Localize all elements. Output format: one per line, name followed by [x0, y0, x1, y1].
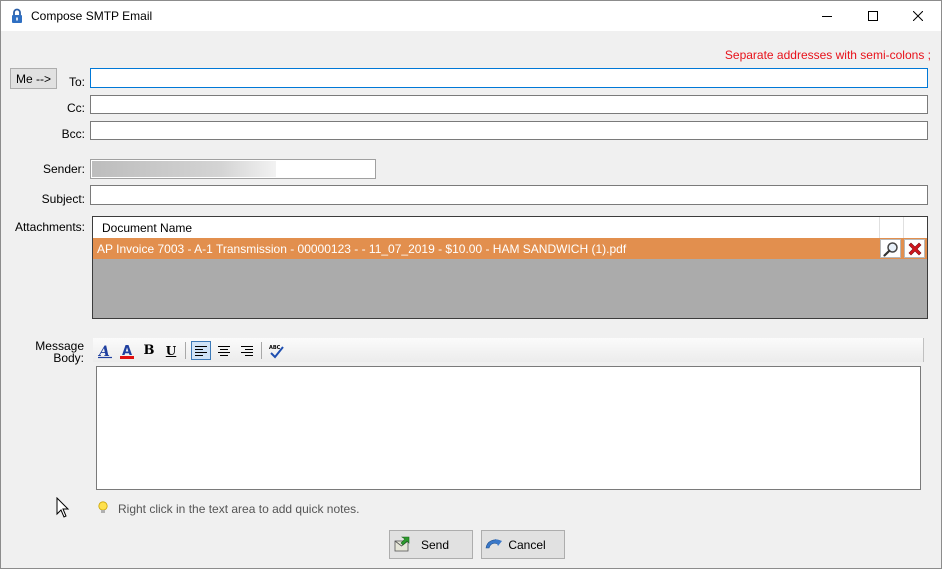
to-field[interactable] [90, 68, 928, 88]
column-separator [879, 217, 880, 238]
minimize-icon [822, 16, 832, 17]
mouse-cursor-icon [56, 497, 70, 518]
compose-email-window: Compose SMTP Email Separate addresses wi… [0, 0, 942, 569]
send-icon [394, 536, 410, 552]
cc-input[interactable] [91, 96, 927, 113]
message-body-editor[interactable] [96, 366, 921, 490]
cc-label: Cc: [67, 101, 85, 115]
align-center-button[interactable] [214, 341, 234, 360]
sender-field[interactable] [90, 159, 376, 179]
bcc-label: Bcc: [61, 127, 85, 141]
send-button[interactable]: Send [389, 530, 473, 559]
lock-icon [10, 8, 24, 24]
spellcheck-icon: ABC [269, 345, 284, 358]
align-right-button[interactable] [237, 341, 257, 360]
message-label-line2: Body: [53, 351, 84, 365]
close-button[interactable] [895, 1, 941, 31]
subject-label: Subject: [41, 192, 85, 206]
toolbar-separator [261, 342, 262, 359]
sender-input[interactable] [91, 160, 375, 178]
lightbulb-icon [98, 501, 108, 513]
remove-attachment-button[interactable] [904, 239, 925, 258]
underline-button[interactable]: U [161, 341, 181, 360]
svg-text:A: A [97, 344, 110, 359]
send-label: Send [420, 537, 450, 552]
table-row[interactable]: AP Invoice 7003 - A-1 Transmission - 000… [93, 238, 927, 259]
sender-label: Sender: [42, 162, 85, 176]
title-bar: Compose SMTP Email [1, 1, 941, 31]
font-color-icon: A [120, 344, 134, 359]
grid-header: Document Name [93, 217, 927, 239]
spellcheck-button[interactable]: ABC [267, 341, 287, 360]
address-hint: Separate addresses with semi-colons ; [724, 48, 931, 62]
bold-button[interactable]: B [139, 341, 159, 360]
delete-x-icon [908, 242, 921, 255]
message-body-label: Message Body: [21, 340, 84, 364]
formatting-toolbar: A A B U ABC [93, 338, 924, 362]
attachments-grid[interactable]: Document Name AP Invoice 7003 - A-1 Tran… [92, 216, 928, 319]
to-input[interactable] [91, 69, 927, 87]
align-center-icon [218, 345, 230, 356]
bcc-field[interactable] [90, 121, 928, 140]
column-separator [903, 217, 904, 238]
cancel-icon [485, 539, 502, 549]
cc-field[interactable] [90, 95, 928, 114]
column-document-name[interactable]: Document Name [102, 221, 192, 235]
to-label: To: [68, 75, 85, 89]
cancel-button[interactable]: Cancel [481, 530, 565, 559]
align-left-button[interactable] [191, 341, 211, 360]
attachment-name: AP Invoice 7003 - A-1 Transmission - 000… [97, 242, 627, 256]
maximize-icon [868, 11, 878, 21]
close-icon [913, 11, 923, 21]
font-color-button[interactable]: A [117, 341, 137, 360]
message-body-text [97, 367, 920, 373]
cancel-label: Cancel [508, 537, 546, 552]
window-title: Compose SMTP Email [31, 9, 153, 23]
preview-attachment-button[interactable] [880, 239, 901, 258]
align-right-icon [241, 345, 253, 356]
attachments-label: Attachments: [14, 220, 85, 234]
maximize-button[interactable] [850, 1, 896, 31]
bcc-input[interactable] [91, 122, 927, 139]
subject-input[interactable] [91, 186, 927, 204]
subject-field[interactable] [90, 185, 928, 205]
align-left-icon [195, 345, 207, 356]
spellcheck-text: ABC [269, 345, 281, 351]
minimize-button[interactable] [804, 1, 850, 31]
magnifier-icon [882, 241, 898, 257]
toolbar-separator [185, 342, 186, 359]
font-button[interactable]: A [95, 341, 115, 360]
font-icon: A [97, 344, 112, 359]
quick-notes-hint: Right click in the text area to add quic… [118, 502, 360, 516]
